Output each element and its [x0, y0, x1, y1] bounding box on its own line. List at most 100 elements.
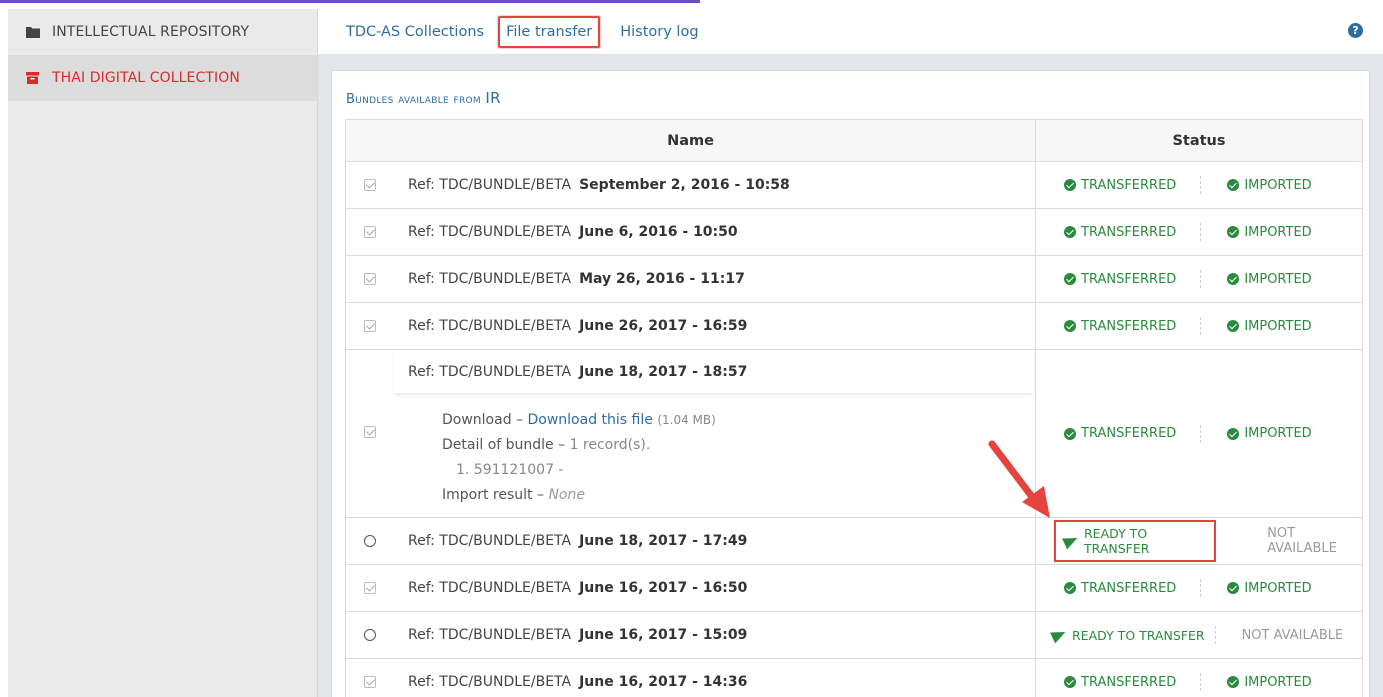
ready-to-transfer-button[interactable]: READY TO TRANSFER	[1050, 626, 1205, 644]
import-result-value: None	[548, 487, 585, 503]
status-imported: IMPORTED	[1227, 318, 1312, 334]
radio-unselected-icon	[364, 629, 376, 641]
bundle-date: June 16, 2017 - 15:09	[579, 627, 748, 643]
bundle-ref: Ref: TDC/BUNDLE/BETA	[408, 271, 572, 287]
tab-history-log[interactable]: History log	[614, 18, 704, 46]
row-checkbox[interactable]	[346, 273, 394, 285]
bundle-date: June 16, 2017 - 14:36	[579, 674, 748, 690]
radio-unselected-icon	[364, 535, 376, 547]
sidebar-item-thai-digital-collection[interactable]: THAI DIGITAL COLLECTION	[8, 55, 317, 101]
table-row[interactable]: Ref: TDC/BUNDLE/BETA June 18, 2017 - 17:4…	[345, 517, 1363, 565]
status-imported: IMPORTED	[1227, 426, 1312, 441]
check-circle-icon	[1064, 226, 1076, 238]
status-imported: IMPORTED	[1227, 271, 1312, 287]
status-not-available: NOT AVAILABLE	[1241, 627, 1344, 643]
tab-tdc-as-collections[interactable]: TDC-AS Collections	[340, 18, 490, 46]
table-row[interactable]: Ref: TDC/BUNDLE/BETA September 2, 2016 - …	[345, 161, 1363, 209]
detail-label: Detail of bundle –	[442, 437, 566, 453]
status-transferred: TRANSFERRED	[1064, 426, 1176, 441]
status-label: READY TO TRANSFER	[1084, 526, 1150, 556]
table-row[interactable]: Ref: TDC/BUNDLE/BETA June 6, 2016 - 10:50…	[345, 208, 1363, 256]
ready-to-transfer-button[interactable]: READY TO TRANSFER	[1054, 520, 1217, 562]
table-row[interactable]: Ref: TDC/BUNDLE/BETA May 26, 2016 - 11:17…	[345, 255, 1363, 303]
checkbox-checked-icon	[364, 226, 376, 238]
download-file-link[interactable]: Download this file	[528, 412, 653, 428]
status-transferred: TRANSFERRED	[1064, 675, 1176, 690]
row-radio[interactable]	[346, 629, 394, 641]
bundle-date: June 6, 2016 - 10:50	[579, 224, 738, 240]
row-checkbox[interactable]	[346, 179, 394, 191]
bundle-date: June 16, 2017 - 16:50	[579, 580, 748, 596]
table-row[interactable]: Ref: TDC/BUNDLE/BETA June 26, 2017 - 16:5…	[345, 302, 1363, 350]
table-row-expanded[interactable]: Ref: TDC/BUNDLE/BETA June 18, 2017 - 18:…	[345, 349, 1363, 518]
folder-icon	[26, 26, 40, 38]
row-checkbox[interactable]	[346, 582, 394, 594]
window-top-edge	[0, 0, 1383, 6]
sidebar-item-intellectual-repository[interactable]: INTELLECTUAL REPOSITORY	[8, 9, 317, 55]
bundle-ref: Ref: TDC/BUNDLE/BETA	[408, 177, 572, 193]
checkbox-checked-icon	[364, 179, 376, 191]
sidebar-item-label: INTELLECTUAL REPOSITORY	[52, 24, 250, 40]
tab-bar: TDC-AS Collections File transfer History…	[318, 9, 1383, 55]
bundle-date: September 2, 2016 - 10:58	[579, 177, 790, 193]
checkbox-checked-icon	[364, 582, 376, 594]
bundle-date: May 26, 2016 - 11:17	[579, 271, 745, 287]
bundle-ref: Ref: TDC/BUNDLE/BETA	[408, 627, 572, 643]
bundle-detail: Download – Download this file (1.04 MB) …	[442, 408, 716, 508]
detail-line: Detail of bundle – 1 record(s).	[442, 433, 716, 458]
bundle-date: June 26, 2017 - 16:59	[579, 318, 748, 334]
expanded-row-header[interactable]: Ref: TDC/BUNDLE/BETA June 18, 2017 - 18:…	[394, 350, 1034, 394]
check-circle-icon	[1227, 273, 1240, 285]
status-divider	[1200, 270, 1202, 288]
status-label: TRANSFERRED	[1081, 318, 1177, 334]
status-label: IMPORTED	[1244, 271, 1312, 287]
tab-file-transfer[interactable]: File transfer	[498, 15, 601, 48]
check-circle-icon	[1064, 427, 1076, 440]
check-circle-icon	[1227, 179, 1240, 191]
status-label: TRANSFERRED	[1081, 177, 1177, 193]
row-checkbox[interactable]	[346, 320, 394, 332]
status-divider	[1200, 317, 1202, 335]
status-divider	[1200, 424, 1202, 443]
check-circle-icon	[1227, 427, 1240, 440]
status-imported: IMPORTED	[1227, 675, 1312, 690]
check-circle-icon	[1227, 226, 1240, 238]
check-circle-icon	[1227, 582, 1240, 594]
checkbox-checked-icon	[364, 426, 376, 438]
download-line: Download – Download this file (1.04 MB)	[442, 408, 716, 433]
file-size: (1.04 MB)	[657, 413, 716, 427]
help-icon[interactable]: ?	[1348, 23, 1363, 38]
panel-title: Bundles available from IR	[346, 89, 501, 107]
status-transferred: TRANSFERRED	[1064, 319, 1176, 334]
row-radio[interactable]	[346, 535, 394, 547]
table-row[interactable]: Ref: TDC/BUNDLE/BETA June 16, 2017 - 14:3…	[345, 658, 1363, 697]
panel-title-source: IR	[485, 89, 501, 107]
status-divider	[1214, 626, 1216, 644]
paper-plane-icon	[1050, 626, 1068, 644]
status-label: IMPORTED	[1244, 318, 1312, 334]
status-transferred: TRANSFERRED	[1064, 178, 1176, 193]
bundles-panel: Bundles available from IR Name Status Re…	[331, 70, 1370, 697]
status-imported: IMPORTED	[1227, 178, 1312, 193]
bundle-ref: Ref: TDC/BUNDLE/BETA	[408, 580, 572, 596]
status-label: READY TO TRANSFER	[1072, 627, 1205, 643]
status-transferred: TRANSFERRED	[1064, 225, 1176, 240]
column-header-status: Status	[1035, 119, 1363, 162]
bundle-date: June 18, 2017 - 17:49	[579, 533, 748, 549]
status-transferred: TRANSFERRED	[1064, 272, 1176, 287]
status-divider	[1200, 673, 1202, 691]
import-result-label: Import result –	[442, 487, 544, 503]
check-circle-icon	[1064, 320, 1076, 332]
status-label: TRANSFERRED	[1081, 674, 1177, 690]
check-circle-icon	[1064, 676, 1076, 688]
row-checkbox[interactable]	[346, 676, 394, 688]
sidebar: INTELLECTUAL REPOSITORY THAI DIGITAL COL…	[8, 9, 318, 697]
table-row[interactable]: Ref: TDC/BUNDLE/BETA June 16, 2017 - 16:5…	[345, 564, 1363, 612]
status-not-available: NOT AVAILABLE	[1267, 526, 1337, 556]
download-label: Download –	[442, 412, 524, 428]
table-row[interactable]: Ref: TDC/BUNDLE/BETA June 16, 2017 - 15:0…	[345, 611, 1363, 659]
check-circle-icon	[1227, 676, 1240, 688]
row-checkbox[interactable]	[364, 426, 376, 442]
status-label: IMPORTED	[1244, 580, 1312, 596]
row-checkbox[interactable]	[346, 226, 394, 238]
